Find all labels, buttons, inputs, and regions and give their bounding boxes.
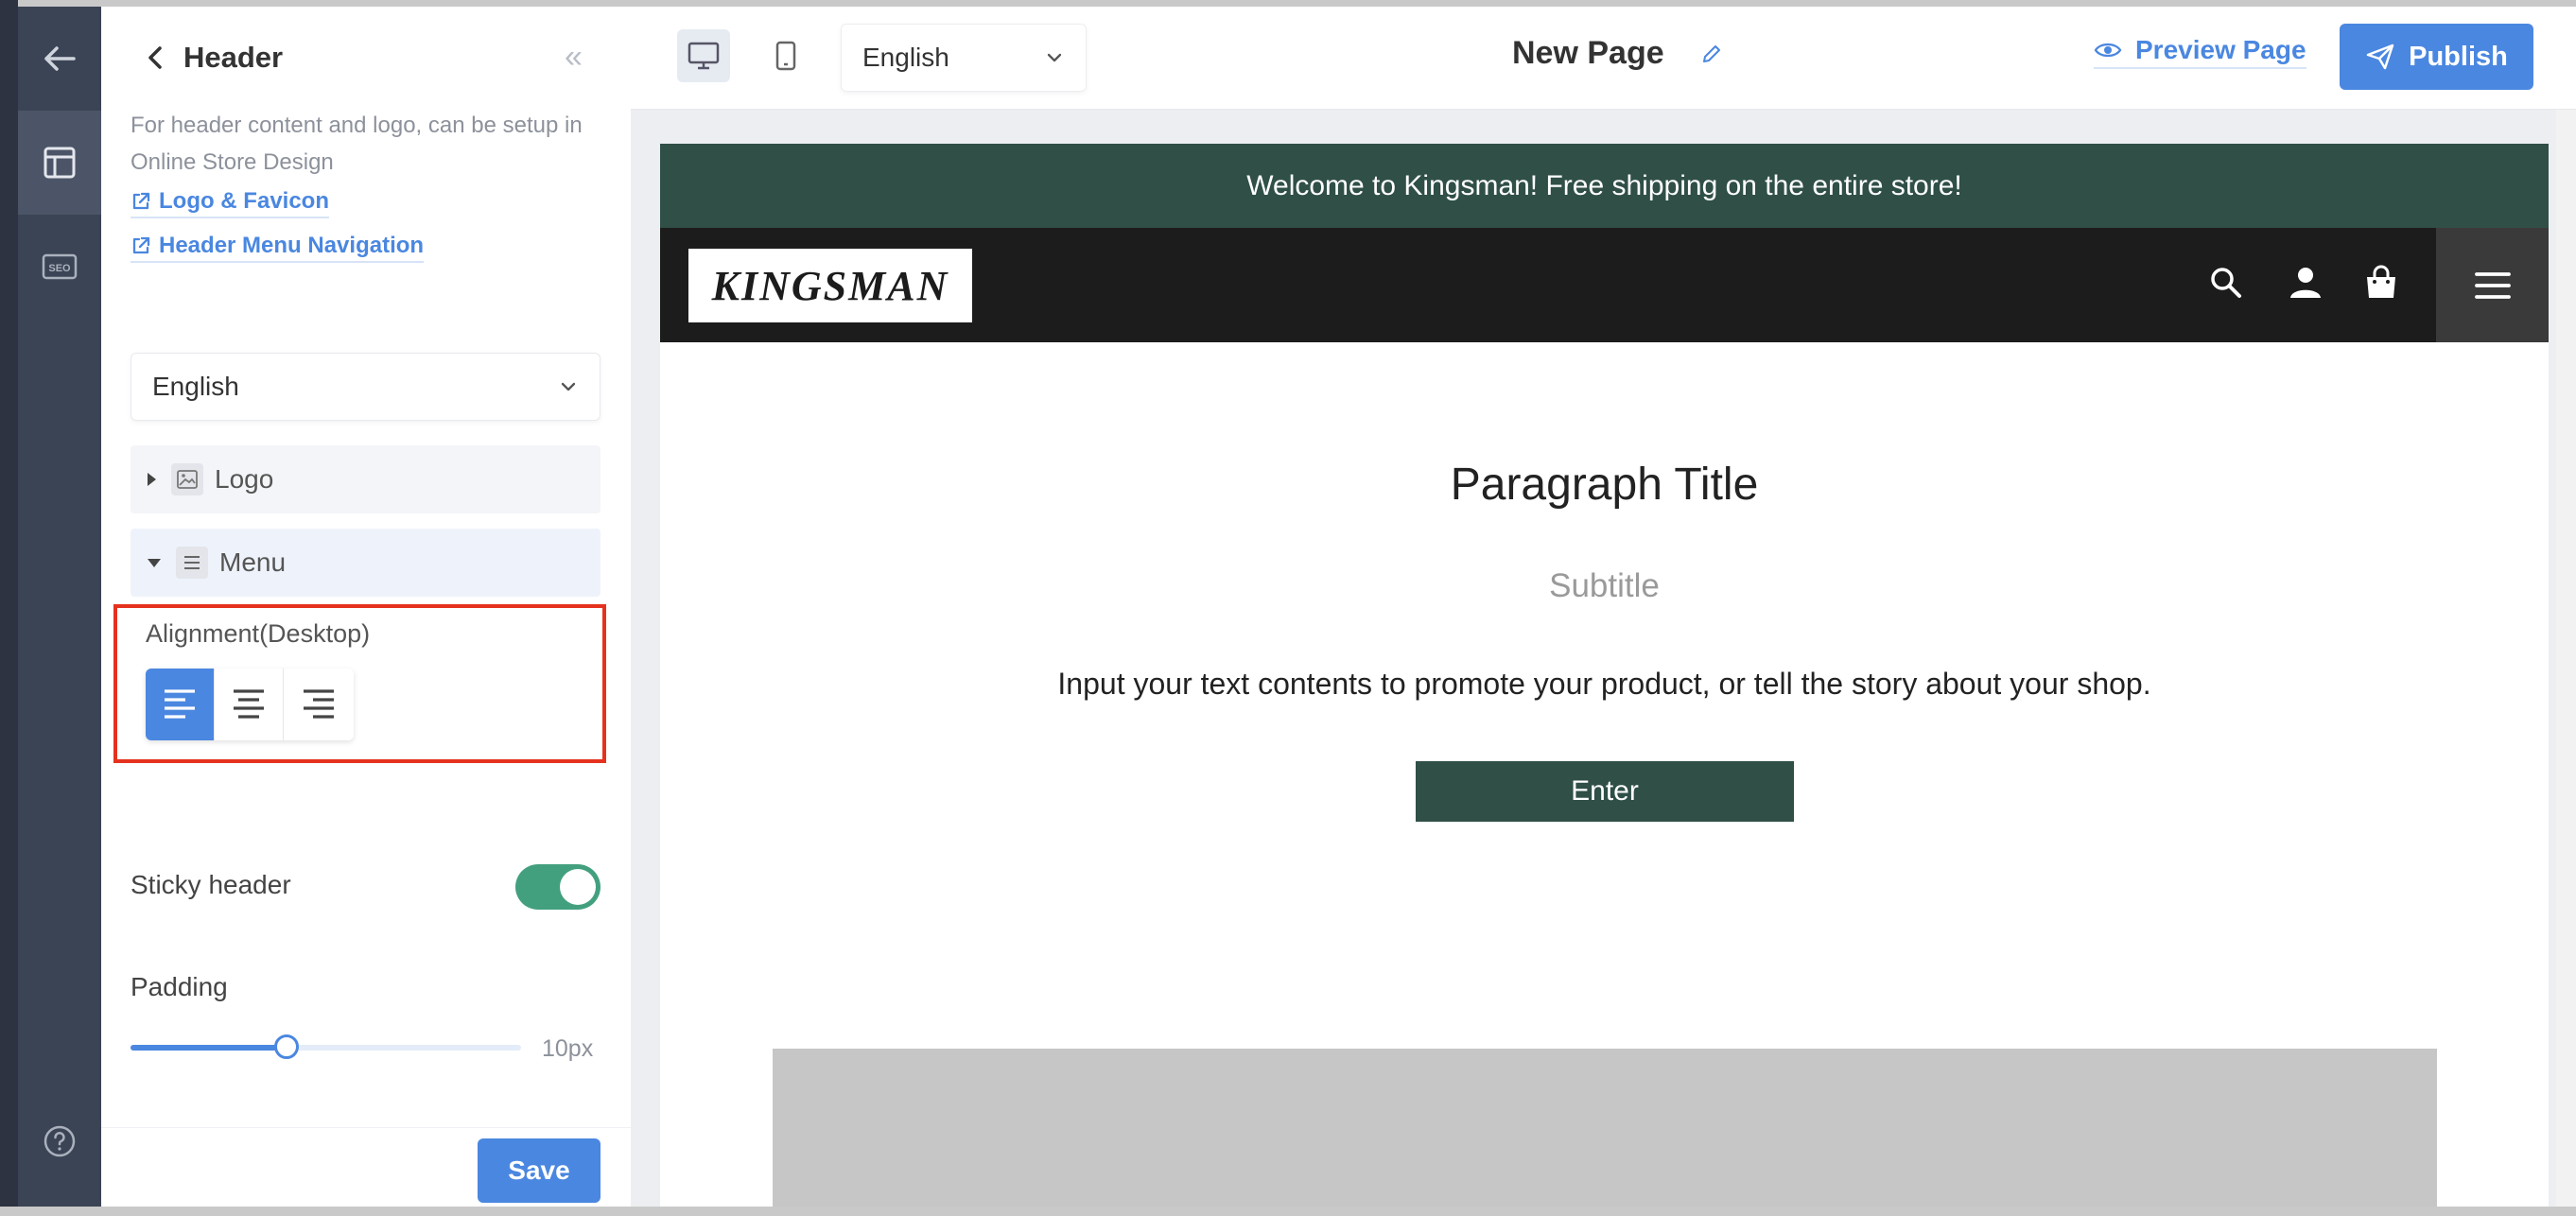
help-icon[interactable] [18, 1089, 101, 1193]
preview-page-link[interactable]: Preview Page [2094, 35, 2306, 69]
collapse-panel-icon[interactable]: « [565, 39, 583, 76]
caret-down-icon [148, 558, 161, 567]
panel-header: Header « [101, 7, 631, 101]
external-link-icon [132, 192, 150, 210]
logo-section-label: Logo [215, 464, 274, 494]
align-left-icon [165, 689, 195, 719]
chevron-left-icon[interactable] [139, 41, 173, 75]
panel-description: For header content and logo, can be setu… [131, 113, 583, 175]
desktop-view-button[interactable] [677, 29, 730, 82]
icon-rail: SEO [18, 7, 118, 1207]
paragraph-body: Input your text contents to promote your… [1057, 667, 2151, 701]
store-header[interactable]: KINGSMAN [660, 228, 2549, 342]
window-frame-left [0, 0, 18, 1216]
mobile-icon [775, 41, 796, 71]
header-menu-navigation-link-label: Header Menu Navigation [159, 233, 425, 258]
save-button[interactable]: Save [478, 1138, 600, 1203]
preview-page-label: Preview Page [2135, 35, 2306, 64]
publish-button[interactable]: Publish [2340, 24, 2533, 90]
language-select-value: English [152, 372, 239, 401]
menu-lines-icon [176, 547, 208, 579]
paragraph-title: Paragraph Title [1450, 460, 1759, 510]
header-menu-navigation-link[interactable]: Header Menu Navigation [131, 233, 425, 263]
back-arrow-icon[interactable] [18, 7, 101, 111]
panel-title: Header [183, 41, 284, 74]
mobile-view-button[interactable] [759, 29, 812, 82]
send-icon [2366, 43, 2394, 70]
align-right-icon [303, 689, 334, 719]
enter-button[interactable]: Enter [1416, 761, 1794, 822]
image-icon [171, 463, 203, 495]
menu-section-toggle[interactable]: Menu [131, 529, 600, 597]
scrollbar[interactable] [2556, 110, 2576, 1207]
image-placeholder [773, 1049, 2437, 1207]
align-center-button[interactable] [215, 669, 284, 740]
slider-thumb[interactable] [274, 1034, 300, 1059]
sticky-header-label: Sticky header [131, 870, 291, 899]
align-right-button[interactable] [284, 669, 353, 740]
shopping-bag-icon[interactable] [2362, 264, 2400, 306]
window-frame-bottom [0, 1207, 2576, 1216]
alignment-button-group [146, 669, 354, 740]
align-left-button[interactable] [146, 669, 215, 740]
slider-fill [131, 1045, 287, 1051]
padding-label: Padding [131, 972, 228, 1001]
caret-right-icon [148, 473, 156, 486]
announcement-bar: Welcome to Kingsman! Free shipping on th… [660, 144, 2549, 228]
align-center-icon [234, 689, 264, 719]
sticky-header-toggle[interactable] [515, 864, 600, 910]
eye-icon [2094, 43, 2122, 58]
search-icon[interactable] [2207, 264, 2245, 306]
external-link-icon [132, 236, 150, 254]
account-icon[interactable] [2287, 264, 2324, 306]
settings-panel: Header « For header content and logo, ca… [101, 7, 631, 1207]
store-logo[interactable]: KINGSMAN [688, 249, 972, 322]
padding-slider[interactable] [131, 1034, 521, 1059]
pencil-icon[interactable] [1700, 43, 1723, 70]
padding-value: 10px [542, 1035, 594, 1062]
language-select[interactable]: English [131, 353, 600, 421]
toolbar-language-value: English [862, 43, 949, 72]
logo-favicon-link-label: Logo & Favicon [159, 188, 329, 214]
alignment-label: Alignment(Desktop) [146, 619, 371, 648]
publish-label: Publish [2409, 41, 2508, 72]
hamburger-menu-icon[interactable] [2436, 228, 2549, 342]
window-frame-top [0, 0, 2576, 7]
chevron-down-icon [561, 382, 576, 391]
toolbar-language-select[interactable]: English [841, 24, 1087, 92]
toggle-knob [560, 869, 596, 905]
seo-icon[interactable]: SEO [18, 215, 101, 319]
page-title: New Page [1512, 35, 1664, 71]
editor-toolbar: English New Page Preview Page Publish [631, 7, 2576, 110]
seo-icon-label: SEO [48, 263, 71, 274]
chevron-down-icon [1047, 53, 1062, 62]
desktop-icon [688, 42, 720, 70]
logo-favicon-link[interactable]: Logo & Favicon [131, 188, 329, 218]
layout-icon[interactable] [18, 111, 101, 215]
page-preview-canvas[interactable]: Welcome to Kingsman! Free shipping on th… [660, 144, 2549, 1207]
paragraph-subtitle: Subtitle [1549, 567, 1660, 604]
menu-section-label: Menu [219, 547, 287, 577]
logo-section-toggle[interactable]: Logo [131, 445, 600, 513]
